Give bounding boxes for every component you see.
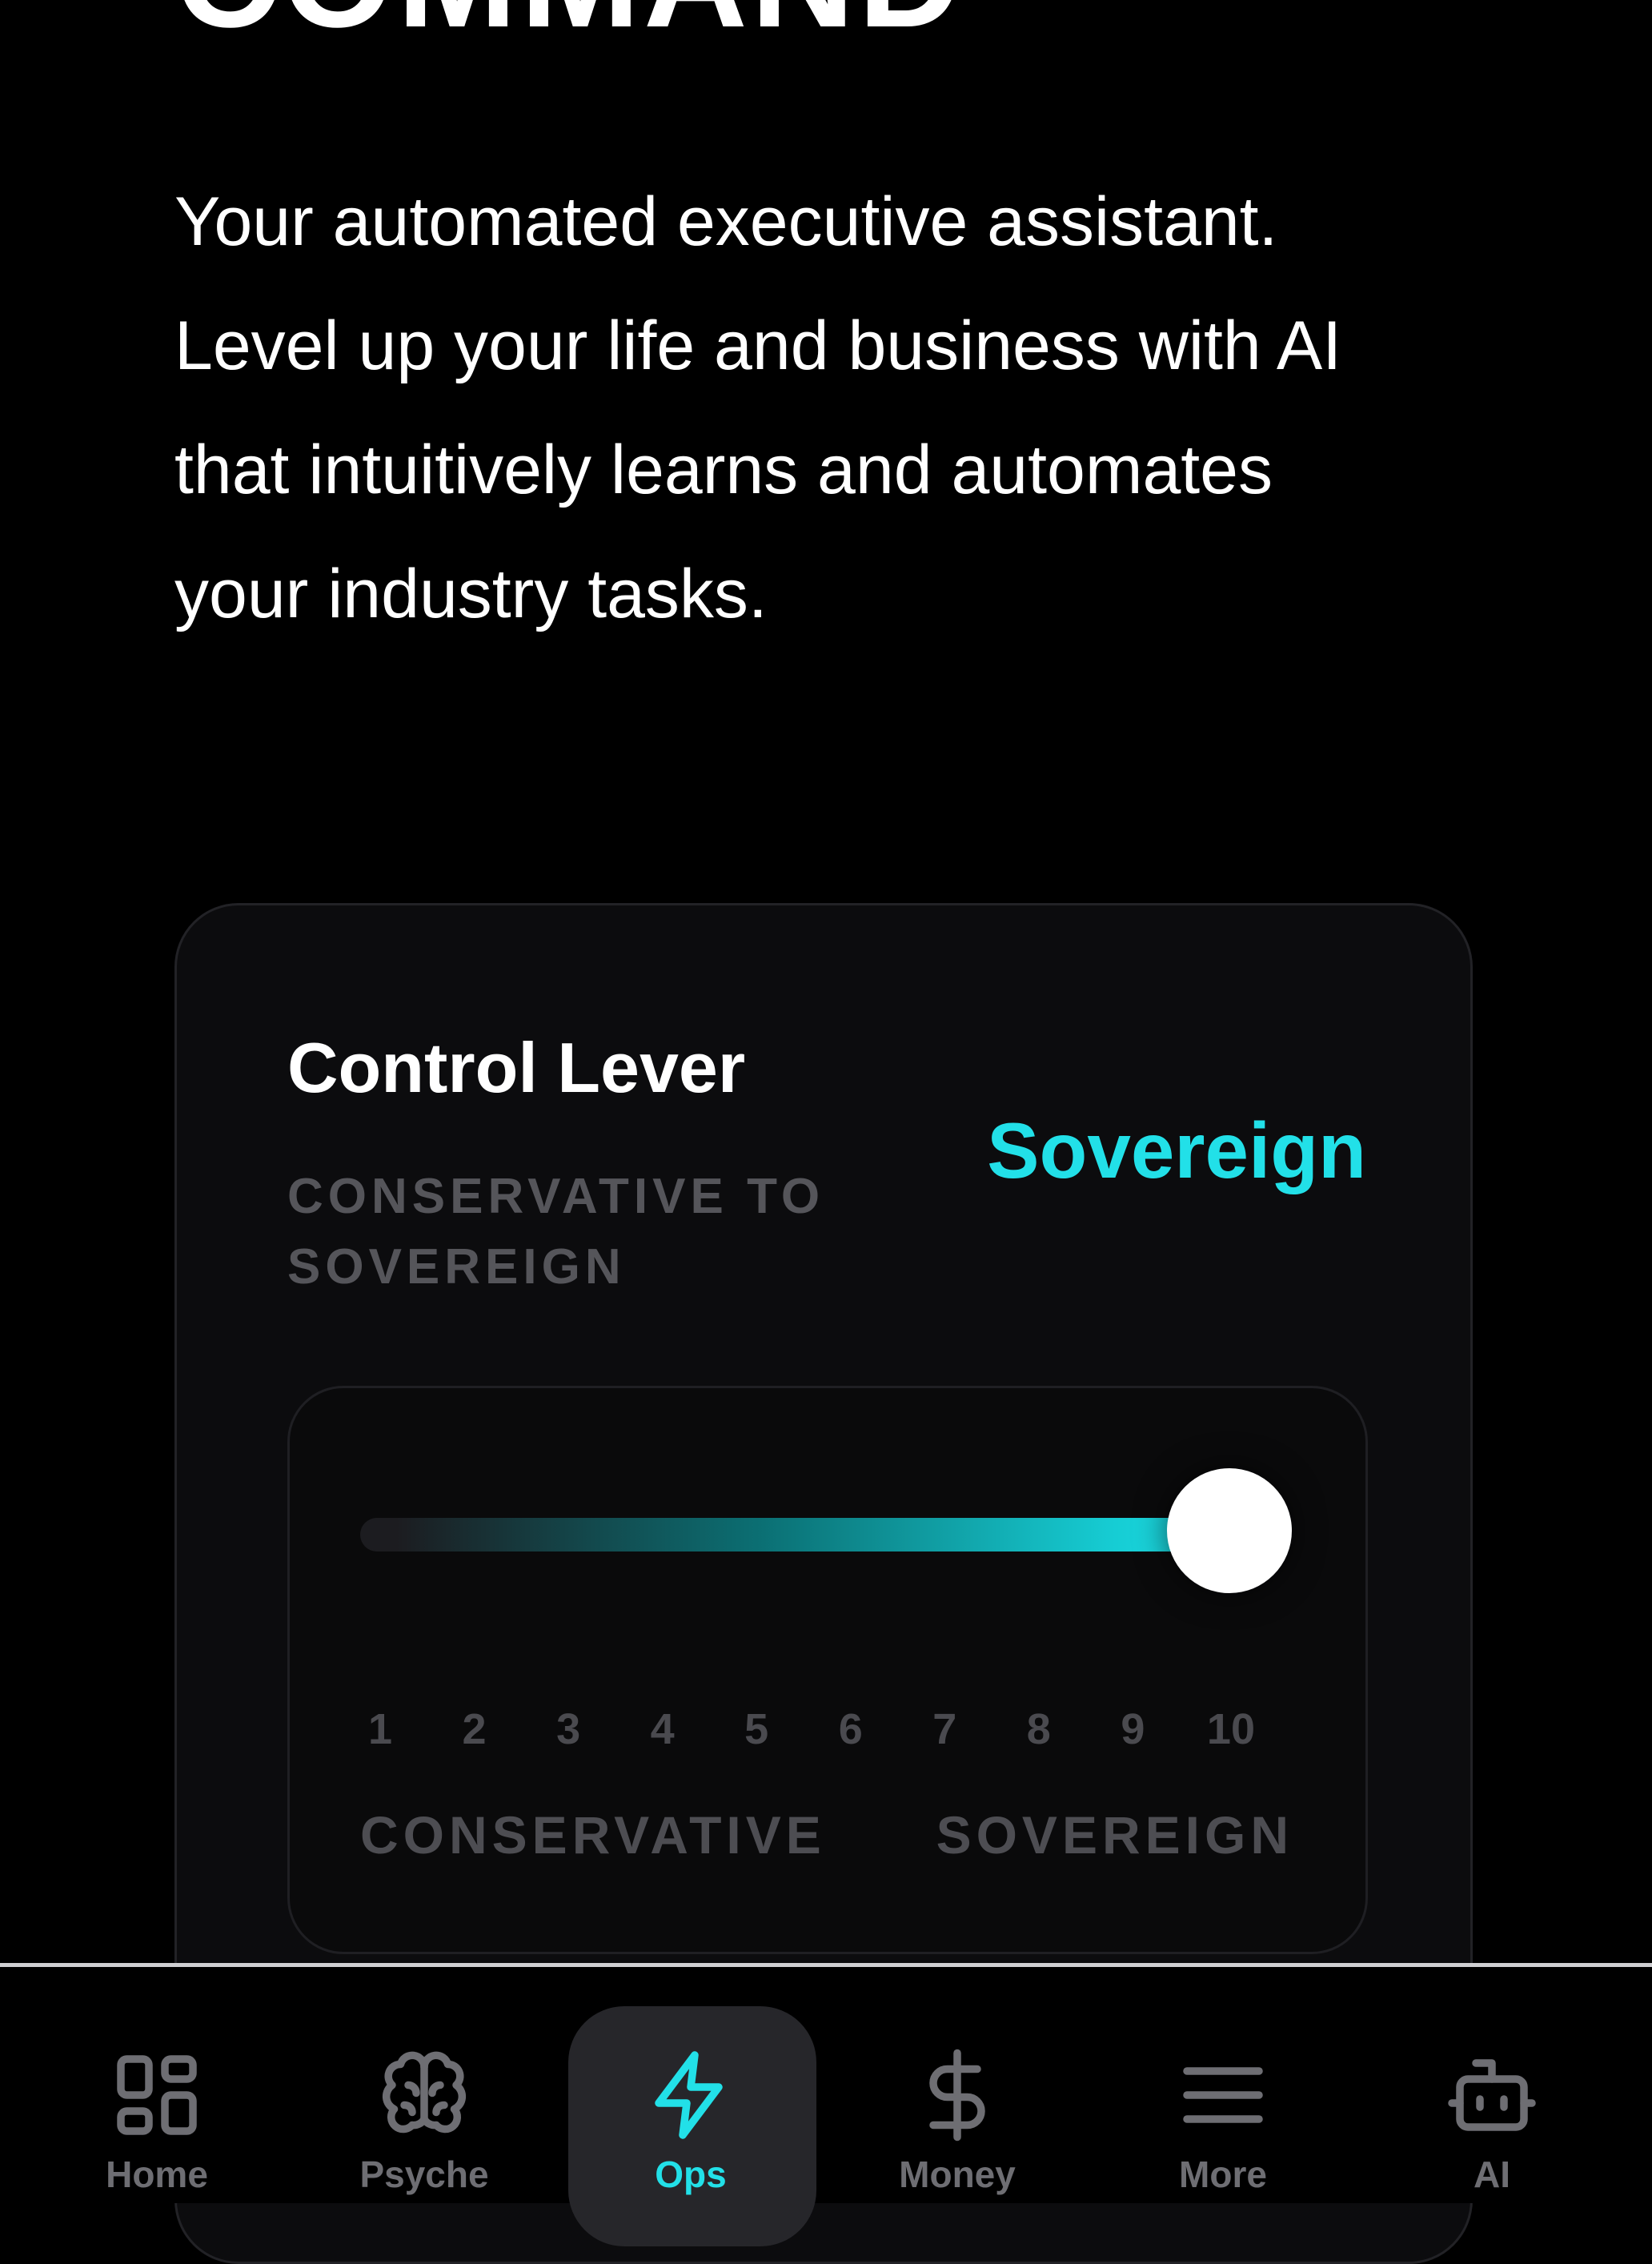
intro-text: Your automated executive assistant. Leve… xyxy=(174,183,1342,632)
nav-item-ops[interactable]: Ops xyxy=(571,1967,811,2203)
tick-label: 10 xyxy=(1206,1705,1255,1753)
card-subtitle: CONSERVATIVE TO SOVEREIGN xyxy=(287,1169,825,1295)
nav-label: Home xyxy=(106,2154,208,2195)
tick-label: 3 xyxy=(556,1705,581,1753)
range-min-label: CONSERVATIVE xyxy=(360,1805,826,1865)
slider-track[interactable] xyxy=(360,1518,1249,1551)
tick-label: 4 xyxy=(650,1705,675,1753)
page-title: COMMAND xyxy=(174,0,965,50)
range-max-label: SOVEREIGN xyxy=(936,1805,1293,1865)
nav-item-ai[interactable]: AI xyxy=(1372,1967,1612,2203)
nav-label: Ops xyxy=(655,2154,727,2195)
current-level-label: Sovereign xyxy=(987,1106,1366,1194)
nav-item-psyche[interactable]: Psyche xyxy=(304,1967,544,2203)
nav-label: Money xyxy=(899,2154,1016,2195)
tick-label: 5 xyxy=(744,1705,769,1753)
card-title: Control Lever xyxy=(287,1028,746,1107)
tick-label: 7 xyxy=(932,1705,957,1753)
slider-panel: 1 2 3 4 5 6 7 8 9 10 CONSERVATIVE SOVERE… xyxy=(287,1386,1368,1954)
dollar-icon xyxy=(929,2049,985,2142)
tick-label: 8 xyxy=(1026,1705,1051,1753)
tick-label: 2 xyxy=(462,1705,487,1753)
nav-item-more[interactable]: More xyxy=(1103,1967,1343,2203)
robot-icon xyxy=(1448,2059,1536,2131)
bottom-nav: Home Psyche Ops Money More AI xyxy=(0,1967,1652,2246)
nav-label: More xyxy=(1179,2154,1267,2195)
slider-thumb[interactable] xyxy=(1167,1468,1292,1593)
menu-icon xyxy=(1183,2067,1263,2123)
nav-label: Psyche xyxy=(359,2154,489,2195)
nav-item-home[interactable]: Home xyxy=(37,1967,277,2203)
tick-label: 1 xyxy=(367,1705,393,1753)
nav-label: AI xyxy=(1474,2154,1510,2195)
brain-icon xyxy=(382,2051,467,2134)
tick-label: 6 xyxy=(838,1705,863,1753)
slider-ticks: 1 2 3 4 5 6 7 8 9 10 xyxy=(360,1704,1255,1754)
grid-icon xyxy=(117,2055,197,2135)
tick-label: 9 xyxy=(1121,1705,1145,1753)
lightning-icon xyxy=(655,2051,723,2139)
nav-item-money[interactable]: Money xyxy=(837,1967,1077,2203)
